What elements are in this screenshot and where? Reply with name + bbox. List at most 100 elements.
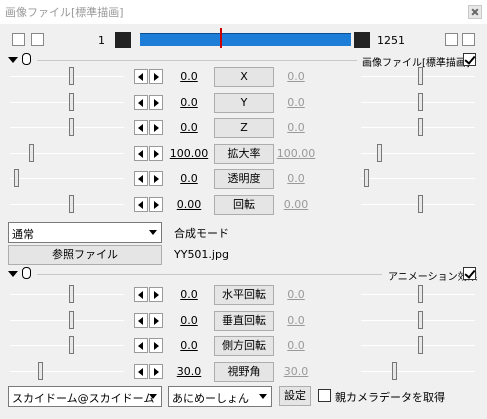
arrow-left-icon[interactable] [134,94,148,110]
slider-track[interactable] [10,127,124,128]
slider-thumb[interactable] [418,67,423,85]
arrow-right-icon[interactable] [149,196,163,212]
arrow-right-icon[interactable] [149,120,163,135]
settings-button[interactable]: 設定 [279,386,311,406]
slider-thumb[interactable] [14,169,19,187]
section-enable-checkbox[interactable] [463,53,476,66]
arrow-right-icon[interactable] [149,363,163,379]
preset-select[interactable]: あにめーしょん [168,386,272,407]
swap-icon[interactable] [445,33,458,46]
param-button[interactable]: 透明度 [214,169,274,189]
slider-thumb[interactable] [69,336,74,354]
param-end-value[interactable]: 0.0 [271,172,321,185]
param-button[interactable]: 視野角 [214,361,274,382]
close-icon[interactable] [468,5,482,19]
slider-thumb[interactable] [418,310,423,329]
slider-track[interactable] [10,345,124,346]
arrow-right-icon[interactable] [149,312,163,328]
param-button[interactable]: 側方回転 [214,336,274,356]
param-end-value[interactable]: 0.0 [271,121,321,134]
slider-track[interactable] [361,178,475,179]
slider-thumb[interactable] [69,194,74,213]
param-end-value[interactable]: 0.0 [271,339,321,352]
prev-keyframe-icon[interactable] [115,32,131,48]
param-value[interactable]: 0.00 [164,198,214,211]
browse-file-button[interactable]: 参照ファイル [8,245,162,265]
arrow-right-icon[interactable] [149,287,163,302]
slider-track[interactable] [10,101,124,103]
slider-track[interactable] [10,370,124,372]
slider-track[interactable] [10,319,124,321]
arrow-right-icon[interactable] [149,145,163,161]
arrow-left-icon[interactable] [134,120,148,135]
arrow-left-icon[interactable] [134,145,148,161]
slider-thumb[interactable] [69,67,74,85]
section-enable-checkbox[interactable] [463,267,476,280]
slider-track[interactable] [10,76,124,77]
arrow-left-icon[interactable] [134,69,148,84]
param-value[interactable]: 0.0 [164,288,214,301]
slider-thumb[interactable] [418,285,423,303]
slider-thumb[interactable] [392,361,397,380]
param-end-value[interactable]: 0.0 [271,96,321,109]
collapse-triangle-icon[interactable] [8,57,18,63]
effect-select[interactable]: スカイドーム@スカイドーム [8,386,162,407]
arrow-left-icon[interactable] [134,287,148,302]
param-value[interactable]: 30.0 [164,365,214,378]
param-button[interactable]: 回転 [214,194,274,215]
camera-data-checkbox[interactable] [318,389,331,402]
slider-thumb[interactable] [69,92,74,111]
timeline-bar[interactable] [140,33,351,46]
arrow-right-icon[interactable] [149,94,163,110]
camera-icon[interactable] [12,33,25,46]
param-button[interactable]: Z [214,118,274,138]
param-end-value[interactable]: 0.0 [271,314,321,327]
slider-thumb[interactable] [69,310,74,329]
slider-track[interactable] [10,152,124,154]
slider-thumb[interactable] [418,194,423,213]
param-button[interactable]: 拡大率 [214,143,274,164]
arrow-right-icon[interactable] [149,338,163,353]
slider-thumb[interactable] [418,336,423,354]
slider-track[interactable] [10,178,124,179]
slider-thumb[interactable] [418,92,423,111]
param-end-value[interactable]: 30.0 [271,365,321,378]
slider-thumb[interactable] [38,361,43,380]
param-value[interactable]: 0.0 [164,96,214,109]
slider-track[interactable] [10,203,124,205]
param-button[interactable]: 水平回転 [214,285,274,305]
blend-mode-select[interactable]: 通常 [8,222,162,243]
param-button[interactable]: 垂直回転 [214,310,274,331]
arrow-left-icon[interactable] [134,196,148,212]
next-keyframe-icon[interactable] [354,32,370,48]
param-end-value[interactable]: 0.0 [271,288,321,301]
slider-thumb[interactable] [418,118,423,136]
param-value[interactable]: 100.00 [164,147,214,160]
grid-icon[interactable] [31,33,44,46]
slider-track[interactable] [361,370,475,372]
param-value[interactable]: 0.0 [164,121,214,134]
param-value[interactable]: 0.0 [164,172,214,185]
slider-thumb[interactable] [29,143,34,162]
param-end-value[interactable]: 100.00 [271,147,321,160]
arrow-left-icon[interactable] [134,171,148,186]
arrow-left-icon[interactable] [134,338,148,353]
slider-thumb[interactable] [364,169,369,187]
arrow-left-icon[interactable] [134,363,148,379]
param-value[interactable]: 0.0 [164,314,214,327]
slider-thumb[interactable] [69,285,74,303]
param-value[interactable]: 0.0 [164,70,214,83]
slider-thumb[interactable] [377,143,382,162]
arrow-right-icon[interactable] [149,171,163,186]
slider-track[interactable] [10,294,124,295]
param-button[interactable]: X [214,67,274,87]
add-icon[interactable] [462,33,475,46]
arrow-left-icon[interactable] [134,312,148,328]
param-value[interactable]: 0.0 [164,339,214,352]
slider-thumb[interactable] [69,118,74,136]
param-end-value[interactable]: 0.00 [271,198,321,211]
arrow-right-icon[interactable] [149,69,163,84]
collapse-triangle-icon[interactable] [8,271,18,277]
playhead[interactable] [220,28,222,48]
param-button[interactable]: Y [214,92,274,113]
